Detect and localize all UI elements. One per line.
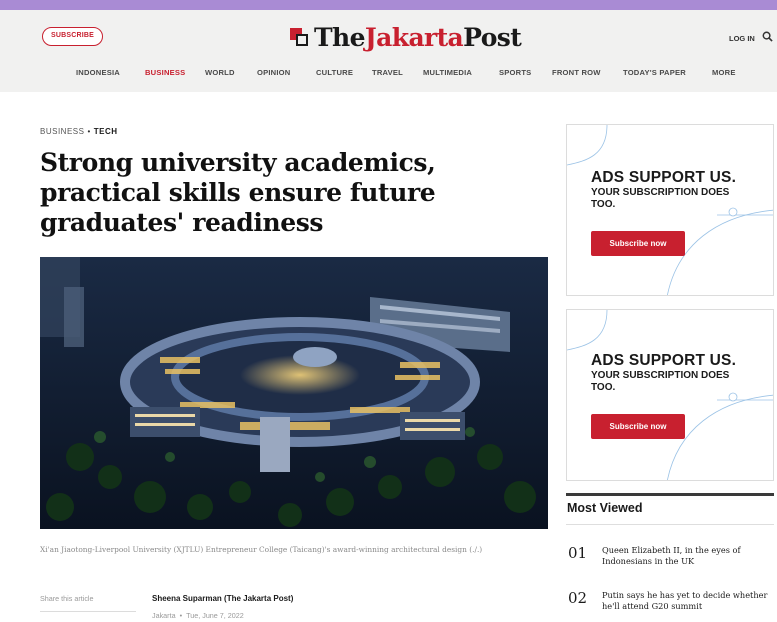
login-link[interactable]: LOG IN xyxy=(729,34,755,43)
breadcrumb: BUSINESS • TECH xyxy=(40,127,118,136)
most-viewed-rank: 01 xyxy=(568,544,588,562)
ad-subscribe-button[interactable]: Subscribe now xyxy=(591,414,685,439)
subscribe-button[interactable]: SUBSCRIBE xyxy=(42,27,103,46)
nav-item-culture[interactable]: CULTURE xyxy=(316,68,353,77)
most-viewed-rule xyxy=(566,493,774,496)
site-header: SUBSCRIBE TheJakartaPost LOG IN INDONESI… xyxy=(0,10,777,92)
nav-item-world[interactable]: WORLD xyxy=(205,68,235,77)
ad-subscription-banner: ADS SUPPORT US. YOUR SUBSCRIPTION DOES T… xyxy=(566,124,774,296)
article-meta: Jakarta • Tue, June 7, 2022 xyxy=(152,611,244,620)
nav-item-more[interactable]: MORE xyxy=(712,68,736,77)
top-accent-bar xyxy=(0,0,777,10)
article-author[interactable]: Sheena Suparman (The Jakarta Post) xyxy=(152,594,293,603)
breadcrumb-section[interactable]: BUSINESS xyxy=(40,127,84,136)
nav-item-sports[interactable]: SPORTS xyxy=(499,68,531,77)
logo-wordmark: TheJakartaPost xyxy=(314,22,522,52)
nav-item-front-row[interactable]: FRONT ROW xyxy=(552,68,601,77)
meta-separator: • xyxy=(179,611,183,620)
share-label: Share this article xyxy=(40,594,94,603)
ad-subtitle: YOUR SUBSCRIPTION DOES TOO. xyxy=(591,370,730,393)
most-viewed-title: Most Viewed xyxy=(567,501,643,515)
article-date: Tue, June 7, 2022 xyxy=(186,611,244,620)
ad-subscription-banner: ADS SUPPORT US. YOUR SUBSCRIPTION DOES T… xyxy=(566,309,774,481)
most-viewed-headline[interactable]: Queen Elizabeth II, in the eyes of Indon… xyxy=(602,545,772,567)
share-divider xyxy=(40,611,136,612)
breadcrumb-subsection[interactable]: TECH xyxy=(94,127,118,136)
nav-item-multimedia[interactable]: MULTIMEDIA xyxy=(423,68,472,77)
article-headline: Strong university academics, practical s… xyxy=(40,148,436,237)
nav-item-todays-paper[interactable]: TODAY'S PAPER xyxy=(623,68,686,77)
article-hero-image xyxy=(40,257,548,529)
most-viewed-headline[interactable]: Putin says he has yet to decide whether … xyxy=(602,590,772,612)
search-icon[interactable] xyxy=(762,31,773,42)
nav-item-indonesia[interactable]: INDONESIA xyxy=(76,68,120,77)
image-caption: Xi'an Jiaotong-Liverpool University (XJT… xyxy=(40,545,483,554)
nav-item-travel[interactable]: TRAVEL xyxy=(372,68,403,77)
logo-mark-icon xyxy=(290,27,309,47)
ad-subscribe-button[interactable]: Subscribe now xyxy=(591,231,685,256)
article-location: Jakarta xyxy=(152,611,176,620)
nav-item-opinion[interactable]: OPINION xyxy=(257,68,290,77)
nav-item-business[interactable]: BUSINESS xyxy=(145,68,185,77)
breadcrumb-separator: • xyxy=(87,127,91,136)
most-viewed-rank: 02 xyxy=(568,589,588,607)
ad-decoration-lines xyxy=(567,310,773,480)
ad-subtitle: YOUR SUBSCRIPTION DOES TOO. xyxy=(591,187,730,210)
ad-title: ADS SUPPORT US. xyxy=(591,169,737,186)
most-viewed-divider xyxy=(566,524,774,525)
ad-title: ADS SUPPORT US. xyxy=(591,352,737,369)
main-nav: INDONESIA BUSINESS WORLD OPINION CULTURE… xyxy=(0,68,777,84)
site-logo[interactable]: TheJakartaPost xyxy=(290,22,522,52)
